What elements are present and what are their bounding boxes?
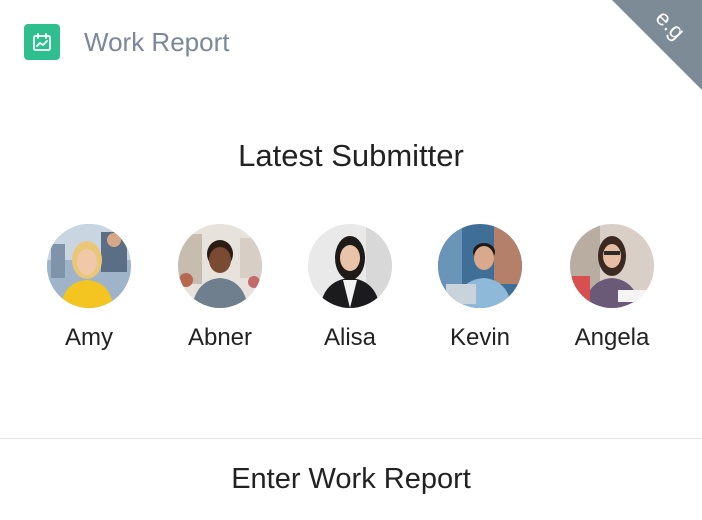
submitter-alisa[interactable]: Alisa	[295, 224, 405, 364]
submitter-kevin[interactable]: Kevin	[425, 224, 535, 364]
avatar	[308, 224, 392, 308]
submitter-angela[interactable]: Angela	[557, 224, 667, 364]
enter-work-report-button[interactable]: Enter Work Report	[0, 439, 702, 520]
avatar	[47, 224, 131, 308]
avatar	[438, 224, 522, 308]
card-header: Work Report e.g	[0, 0, 702, 90]
submitter-name: Kevin	[449, 324, 511, 351]
avatar	[178, 224, 262, 308]
work-report-card: Work Report e.g Latest Submitter Amy Abn…	[0, 0, 702, 520]
submitter-amy[interactable]: Amy	[34, 224, 144, 364]
app-title: Work Report	[84, 27, 230, 57]
submitter-name: Angela	[574, 324, 650, 351]
section-title: Latest Submitter	[238, 138, 464, 173]
submitter-abner[interactable]: Abner	[165, 224, 275, 364]
submitter-name: Amy	[65, 324, 113, 351]
submitter-name: Abner	[187, 324, 253, 351]
avatar	[570, 224, 654, 308]
submitter-name: Alisa	[323, 324, 377, 351]
calendar-chart-icon	[24, 24, 60, 60]
submitter-list: Amy Abner Alisa Kevin Angela	[0, 224, 702, 364]
